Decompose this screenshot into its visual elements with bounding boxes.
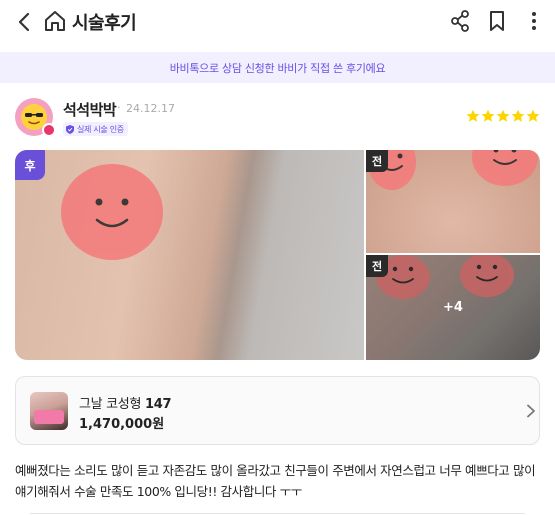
before-tag: 전 <box>366 150 388 172</box>
product-name-prefix: 그날 코성형 <box>79 397 142 412</box>
more-photos-count[interactable]: +4 <box>366 255 540 360</box>
star-icon <box>481 109 495 122</box>
avatar-badge-icon <box>42 123 56 137</box>
smiley-sticker-icon <box>61 164 163 260</box>
review-date: 24.12.17 <box>126 102 175 115</box>
notice-text: 바비톡으로 상담 신청한 바비가 직접 쓴 후기에요 <box>169 61 386 75</box>
page-title: 시술후기 <box>72 13 137 34</box>
product-card[interactable]: 그날 코성형 147 1,470,000원 <box>15 376 540 445</box>
smiley-sticker-icon <box>472 150 538 186</box>
verified-label: 실제 시술 인증 <box>77 124 124 134</box>
before-photo-1[interactable]: 전 <box>366 150 540 253</box>
back-arrow-icon[interactable] <box>14 11 36 33</box>
top-bar: 시술후기 <box>0 0 555 48</box>
product-thumbnail-banner <box>34 410 64 424</box>
avatar[interactable] <box>15 98 56 137</box>
verified-badge: 실제 시술 인증 <box>63 122 128 136</box>
star-icon <box>466 109 480 122</box>
product-name-number: 147 <box>144 397 172 412</box>
home-icon[interactable] <box>43 9 67 33</box>
notice-banner: 바비톡으로 상담 신청한 바비가 직접 쓴 후기에요 <box>0 52 555 83</box>
after-photo[interactable]: 후 <box>15 150 364 360</box>
date-separator: · <box>117 101 121 114</box>
after-tag: 후 <box>15 150 45 180</box>
product-thumbnail <box>30 392 68 430</box>
shield-check-icon <box>66 124 74 134</box>
chevron-right-icon <box>527 404 535 418</box>
before-photo-2[interactable]: +4 전 <box>366 255 540 360</box>
product-name: 그날 코성형 147 <box>79 393 172 412</box>
divider <box>30 513 525 514</box>
star-icon <box>496 109 510 122</box>
review-body: 예뻐졌다는 소리도 많이 듣고 자존감도 많이 올라갔고 친구들이 주변에서 자… <box>15 463 536 499</box>
star-rating <box>466 109 540 123</box>
more-vertical-icon[interactable] <box>526 9 542 33</box>
star-icon <box>511 109 525 122</box>
product-price: 1,470,000원 <box>79 417 165 432</box>
star-icon <box>526 109 540 122</box>
bookmark-icon[interactable] <box>487 9 507 33</box>
share-icon[interactable] <box>449 9 471 33</box>
before-tag: 전 <box>366 255 388 277</box>
author-name[interactable]: 석석박박 <box>63 99 117 120</box>
